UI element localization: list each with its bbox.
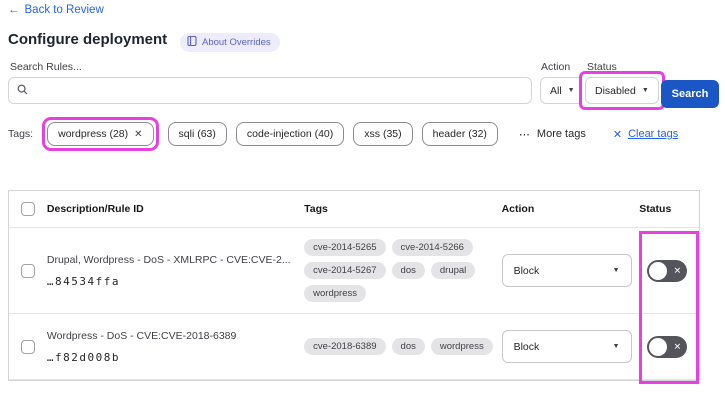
chevron-down-icon: ▼ bbox=[612, 267, 620, 274]
rule-description: Wordpress - DoS - CVE:CVE-2018-6389 bbox=[46, 329, 237, 342]
status-filter-select[interactable]: Disabled ▼ bbox=[585, 77, 659, 104]
select-all-checkbox[interactable] bbox=[20, 202, 35, 216]
row-checkbox[interactable] bbox=[20, 263, 35, 278]
more-tags-label: More tags bbox=[536, 128, 586, 140]
clear-tags-label: Clear tags bbox=[628, 128, 679, 140]
close-icon[interactable]: ✕ bbox=[134, 129, 142, 140]
header-checkbox-cell bbox=[9, 202, 47, 216]
table-row: Drupal, Wordpress - DoS - XMLRPC - CVE:C… bbox=[9, 228, 699, 314]
clear-tags-button[interactable]: ✕ Clear tags bbox=[613, 128, 678, 141]
rule-id: …84534ffa bbox=[46, 274, 120, 288]
rule-tag: drupal bbox=[430, 262, 476, 279]
rule-description: Drupal, Wordpress - DoS - XMLRPC - CVE:C… bbox=[46, 253, 291, 266]
toggle-knob bbox=[649, 337, 668, 356]
action-filter-value: All bbox=[550, 84, 562, 97]
tag-filter-sqli[interactable]: sqli (63) bbox=[167, 122, 227, 146]
table-header-row: Description/Rule ID Tags Action Status bbox=[9, 191, 699, 228]
action-select-value: Block bbox=[513, 340, 540, 353]
tags-bar: Tags: wordpress (28) ✕ sqli (63) code-in… bbox=[8, 117, 678, 151]
search-rules-label: Search Rules... bbox=[10, 61, 82, 73]
back-link-label: Back to Review bbox=[24, 4, 104, 16]
tag-filter-code-injection[interactable]: code-injection (40) bbox=[235, 122, 345, 146]
chevron-down-icon: ▼ bbox=[567, 87, 575, 94]
header-tags: Tags bbox=[304, 203, 328, 215]
header-action: Action bbox=[501, 203, 535, 215]
back-arrow-icon: ← bbox=[8, 4, 20, 16]
toggle-knob bbox=[649, 261, 668, 280]
search-icon bbox=[17, 82, 28, 100]
about-overrides-label: About Overrides bbox=[202, 37, 271, 48]
rule-tag: dos bbox=[391, 262, 425, 279]
status-toggle[interactable]: ✕ bbox=[647, 335, 688, 358]
search-input-wrapper bbox=[8, 77, 532, 104]
status-filter-value: Disabled bbox=[595, 84, 636, 97]
chevron-down-icon: ▼ bbox=[612, 343, 620, 350]
rule-tag: cve-2018-6389 bbox=[304, 338, 386, 355]
status-toggle[interactable]: ✕ bbox=[647, 259, 688, 282]
about-overrides-badge[interactable]: About Overrides bbox=[180, 33, 280, 52]
rule-tag: wordpress bbox=[304, 285, 366, 302]
status-filter-highlight: Disabled ▼ bbox=[579, 71, 665, 110]
rule-tag: cve-2014-5265 bbox=[304, 239, 386, 256]
more-tags-button[interactable]: ⋯ More tags bbox=[519, 128, 586, 141]
tag-filter-label: wordpress (28) bbox=[58, 128, 129, 140]
action-filter-select[interactable]: All ▼ bbox=[540, 77, 585, 104]
rule-tag: cve-2014-5267 bbox=[304, 262, 386, 279]
book-icon bbox=[187, 35, 197, 49]
row-checkbox[interactable] bbox=[20, 339, 35, 354]
rule-tag: wordpress bbox=[430, 338, 493, 355]
tag-filter-wordpress[interactable]: wordpress (28) ✕ bbox=[47, 122, 154, 146]
chevron-down-icon: ▼ bbox=[641, 87, 649, 94]
header-status: Status bbox=[639, 203, 672, 215]
header-description: Description/Rule ID bbox=[46, 203, 144, 215]
close-icon: ✕ bbox=[612, 128, 623, 141]
tag-filter-header[interactable]: header (32) bbox=[421, 122, 498, 146]
action-select[interactable]: Block ▼ bbox=[501, 330, 632, 363]
rules-table: Description/Rule ID Tags Action Status D… bbox=[8, 190, 700, 384]
selected-tag-highlight: wordpress (28) ✕ bbox=[42, 117, 159, 151]
back-link[interactable]: ← Back to Review bbox=[8, 4, 104, 16]
rule-tag: cve-2014-5266 bbox=[391, 239, 473, 256]
action-select[interactable]: Block ▼ bbox=[501, 254, 632, 287]
table-row: Wordpress - DoS - CVE:CVE-2018-6389 …f82… bbox=[9, 314, 699, 380]
rule-id: …f82d008b bbox=[46, 350, 120, 364]
ellipsis-icon: ⋯ bbox=[518, 128, 530, 141]
tag-filter-xss[interactable]: xss (35) bbox=[353, 122, 413, 146]
page-title: Configure deployment bbox=[8, 31, 168, 48]
tags-label: Tags: bbox=[8, 128, 34, 140]
search-button[interactable]: Search bbox=[661, 80, 719, 108]
rule-tag: dos bbox=[391, 338, 425, 355]
toggle-x-icon: ✕ bbox=[673, 341, 682, 351]
toggle-x-icon: ✕ bbox=[673, 265, 682, 275]
action-select-value: Block bbox=[513, 264, 540, 277]
action-filter-label: Action bbox=[541, 61, 571, 73]
search-input[interactable] bbox=[34, 84, 523, 97]
